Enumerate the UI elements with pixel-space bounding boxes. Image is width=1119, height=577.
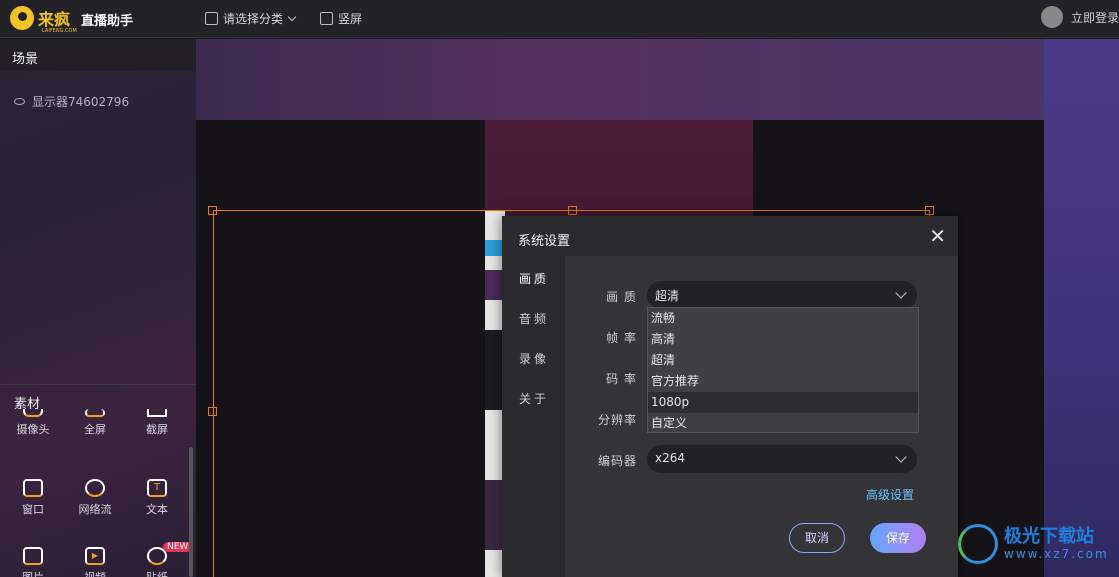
logo-text: 来疯: [38, 10, 71, 29]
material-label: 文本: [146, 503, 168, 516]
material-network-stream[interactable]: 网络流: [71, 479, 119, 517]
material-window[interactable]: 窗口: [9, 479, 57, 517]
chevron-down-icon: [895, 287, 907, 299]
app-logo: 来疯 LAIFENG.COM: [10, 6, 77, 34]
system-settings-dialog: 系统设置 ✕ 画质 音频 录像 关于 画 质 超清 帧 率 码 率 分辨率 流畅…: [502, 216, 958, 577]
image-icon: [23, 547, 43, 565]
material-label: 图片: [22, 571, 44, 577]
material-sticker[interactable]: NEW 贴纸: [133, 542, 193, 577]
encoder-label: 编码器: [597, 454, 637, 468]
resize-handle-top-right[interactable]: [925, 206, 934, 215]
material-video[interactable]: ▶ 视频: [71, 547, 119, 577]
globe-icon: [85, 479, 105, 497]
eye-icon[interactable]: [14, 98, 25, 105]
material-label: 贴纸: [146, 571, 168, 577]
material-label: 截屏: [146, 423, 168, 436]
material-label: 视频: [84, 571, 106, 577]
tab-about[interactable]: 关于: [519, 390, 549, 407]
material-label: 网络流: [78, 503, 112, 516]
chevron-down-icon: [287, 12, 297, 22]
scenes-header: 场景: [0, 39, 196, 71]
quality-value: 超清: [655, 289, 680, 303]
dropdown-option[interactable]: 自定义: [648, 413, 918, 434]
quality-dropdown: 流畅 高清 超清 官方推荐 1080p 自定义: [647, 307, 919, 433]
category-selector[interactable]: 请选择分类: [205, 10, 297, 27]
material-fullscreen[interactable]: 全屏: [71, 409, 119, 437]
login-button[interactable]: 立即登录: [1040, 6, 1119, 28]
dropdown-option[interactable]: 高清: [648, 329, 918, 350]
camera-icon: [23, 409, 43, 417]
resize-handle-left[interactable]: [208, 407, 217, 416]
watermark-title: 极光下载站: [1004, 526, 1094, 547]
materials-scrollbar[interactable]: [189, 447, 193, 577]
login-label: 立即登录: [1070, 10, 1119, 25]
watermark: 极光下载站 www.xz7.com: [958, 524, 1109, 564]
framerate-label: 帧 率: [606, 331, 637, 345]
stage-background-right: [1044, 39, 1119, 577]
top-bar: 来疯 LAIFENG.COM 直播助手 请选择分类 竖屏 立即登录: [0, 0, 1119, 38]
encoder-select[interactable]: x264: [647, 445, 917, 473]
material-screenshot[interactable]: 截屏: [133, 409, 181, 437]
material-image[interactable]: 图片: [9, 547, 57, 577]
close-icon[interactable]: ✕: [929, 226, 946, 246]
chevron-down-icon: [895, 451, 907, 463]
logo-subtext: LAIFENG.COM: [42, 28, 77, 34]
video-icon: ▶: [85, 547, 105, 565]
orientation-label: 竖屏: [338, 12, 363, 26]
dropdown-option[interactable]: 官方推荐: [648, 371, 918, 392]
tab-audio[interactable]: 音频: [519, 310, 549, 327]
scene-item[interactable]: 显示器74602796: [14, 93, 129, 110]
dropdown-option[interactable]: 超清: [648, 350, 918, 371]
encoder-value: x264: [655, 451, 686, 465]
material-label: 窗口: [22, 503, 44, 516]
resize-handle-top-left[interactable]: [208, 206, 217, 215]
save-button[interactable]: 保存: [870, 523, 926, 553]
window-icon: [23, 479, 43, 497]
tab-recording[interactable]: 录像: [519, 350, 549, 367]
watermark-logo-icon: [958, 524, 998, 564]
bitrate-label: 码 率: [606, 372, 637, 386]
orientation-toggle[interactable]: 竖屏: [320, 10, 362, 27]
fullscreen-icon: [85, 409, 105, 417]
advanced-settings-link[interactable]: 高级设置: [866, 486, 914, 503]
resolution-label: 分辨率: [597, 413, 637, 427]
text-icon: T: [147, 479, 167, 497]
category-label: 请选择分类: [223, 12, 284, 26]
scene-item-label: 显示器74602796: [32, 95, 130, 109]
dropdown-option[interactable]: 流畅: [648, 308, 918, 329]
left-panel: 场景 显示器74602796 素材 摄像头 全屏 截屏 窗口 网络流 T 文本 …: [0, 39, 196, 577]
tab-quality[interactable]: 画质: [519, 270, 549, 287]
settings-nav: 画质 音频 录像 关于: [502, 256, 565, 577]
grid-icon: [205, 12, 218, 25]
dropdown-option-hovered[interactable]: 1080p: [648, 392, 918, 413]
app-title: 直播助手: [81, 14, 134, 29]
logo-icon: [10, 6, 34, 30]
watermark-url: www.xz7.com: [1004, 547, 1109, 561]
screenshot-icon: [147, 409, 167, 417]
material-text[interactable]: T 文本: [133, 479, 181, 517]
quality-select[interactable]: 超清: [647, 281, 917, 309]
cancel-button[interactable]: 取消: [789, 523, 845, 553]
new-badge: NEW: [163, 542, 193, 552]
resize-handle-top[interactable]: [568, 206, 577, 215]
material-label: 摄像头: [16, 423, 50, 436]
stage-background-top: [196, 39, 1044, 120]
avatar-icon: [1040, 6, 1063, 28]
quality-label: 画 质: [606, 290, 637, 304]
portrait-icon: [320, 12, 333, 25]
material-label: 全屏: [84, 423, 106, 436]
material-camera[interactable]: 摄像头: [9, 409, 57, 437]
dialog-title: 系统设置: [518, 234, 571, 249]
